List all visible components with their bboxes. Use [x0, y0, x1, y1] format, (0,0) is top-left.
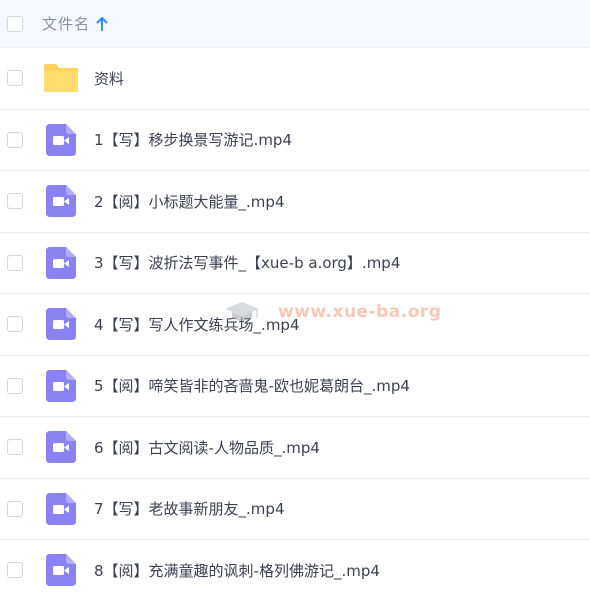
video-icon	[43, 308, 79, 341]
video-icon	[43, 123, 79, 156]
video-icon	[43, 185, 79, 218]
file-list: 文件名 资料 1【写】移步换景写游记.mp4 2【阅】小标题大能量_.mp4 3【写】…	[0, 0, 590, 596]
file-name[interactable]: 7【写】老故事新朋友_.mp4	[94, 498, 285, 519]
file-name[interactable]: 3【写】波折法写事件_【xue-b a.org】.mp4	[94, 252, 400, 273]
file-list-header: 文件名	[0, 0, 590, 48]
row-checkbox[interactable]	[7, 131, 23, 148]
file-name[interactable]: 6【阅】古文阅读-人物品质_.mp4	[94, 437, 320, 458]
row-checkbox[interactable]	[7, 439, 23, 456]
arrow-up-icon[interactable]	[96, 16, 108, 31]
column-header-filename[interactable]: 文件名	[42, 13, 90, 34]
row-checkbox[interactable]	[7, 562, 23, 579]
row-checkbox[interactable]	[7, 70, 23, 87]
file-name[interactable]: 2【阅】小标题大能量_.mp4	[94, 191, 285, 212]
file-name[interactable]: 4【写】写人作文练兵场_.mp4	[94, 314, 300, 335]
file-name[interactable]: 资料	[94, 68, 124, 89]
list-item[interactable]: 3【写】波折法写事件_【xue-b a.org】.mp4	[0, 233, 590, 294]
select-all-checkbox[interactable]	[7, 15, 23, 32]
row-checkbox[interactable]	[7, 193, 23, 210]
file-name[interactable]: 8【阅】充满童趣的讽刺-格列佛游记_.mp4	[94, 560, 380, 581]
list-item[interactable]: 4【写】写人作文练兵场_.mp4	[0, 294, 590, 356]
video-icon	[43, 246, 79, 279]
row-checkbox[interactable]	[7, 500, 23, 517]
list-item[interactable]: 7【写】老故事新朋友_.mp4	[0, 479, 590, 540]
video-icon	[43, 492, 79, 525]
file-name[interactable]: 1【写】移步换景写游记.mp4	[94, 129, 292, 150]
list-item[interactable]: 2【阅】小标题大能量_.mp4	[0, 171, 590, 233]
folder-icon	[43, 62, 79, 94]
list-item[interactable]: 资料	[0, 48, 590, 110]
video-icon	[43, 431, 79, 464]
row-checkbox[interactable]	[7, 377, 23, 394]
row-checkbox[interactable]	[7, 254, 23, 271]
row-checkbox[interactable]	[7, 316, 23, 333]
video-icon	[43, 369, 79, 402]
video-icon	[43, 554, 79, 587]
list-item[interactable]: 8【阅】充满童趣的讽刺-格列佛游记_.mp4	[0, 540, 590, 596]
list-item[interactable]: 5【阅】啼笑皆非的吝啬鬼-欧也妮葛朗台_.mp4	[0, 356, 590, 417]
list-item[interactable]: 6【阅】古文阅读-人物品质_.mp4	[0, 417, 590, 479]
list-item[interactable]: 1【写】移步换景写游记.mp4	[0, 110, 590, 171]
file-name[interactable]: 5【阅】啼笑皆非的吝啬鬼-欧也妮葛朗台_.mp4	[94, 375, 410, 396]
